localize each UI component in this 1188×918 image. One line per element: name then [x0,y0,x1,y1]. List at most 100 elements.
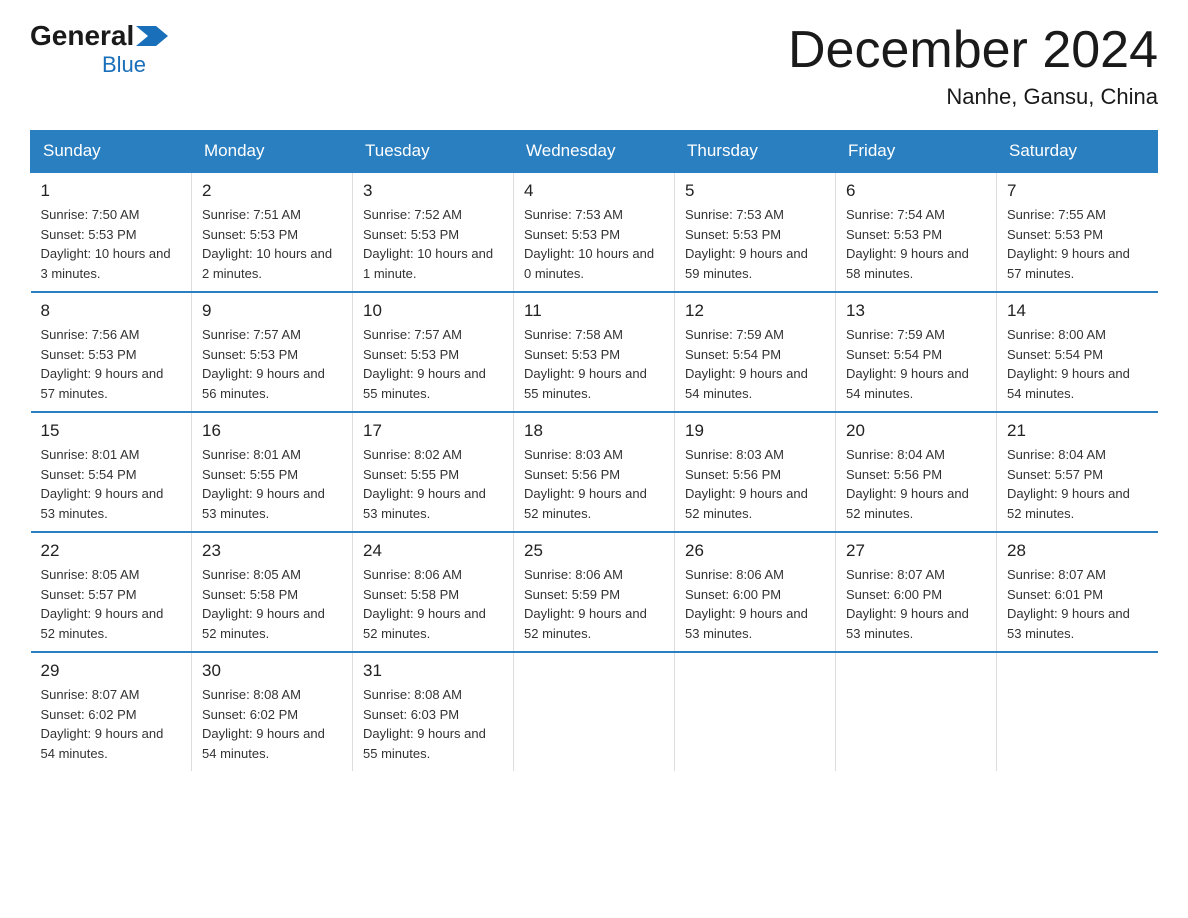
calendar-cell [997,652,1158,771]
day-info: Sunrise: 8:01 AMSunset: 5:55 PMDaylight:… [202,445,342,523]
day-info: Sunrise: 7:57 AMSunset: 5:53 PMDaylight:… [202,325,342,403]
calendar-cell: 27 Sunrise: 8:07 AMSunset: 6:00 PMDaylig… [836,532,997,652]
day-info: Sunrise: 8:03 AMSunset: 5:56 PMDaylight:… [685,445,825,523]
calendar-cell: 2 Sunrise: 7:51 AMSunset: 5:53 PMDayligh… [192,172,353,292]
day-info: Sunrise: 8:06 AMSunset: 5:58 PMDaylight:… [363,565,503,643]
day-number: 19 [685,421,825,441]
day-info: Sunrise: 7:53 AMSunset: 5:53 PMDaylight:… [685,205,825,283]
day-info: Sunrise: 7:50 AMSunset: 5:53 PMDaylight:… [41,205,182,283]
day-info: Sunrise: 7:54 AMSunset: 5:53 PMDaylight:… [846,205,986,283]
calendar-cell: 8 Sunrise: 7:56 AMSunset: 5:53 PMDayligh… [31,292,192,412]
calendar-cell [836,652,997,771]
day-info: Sunrise: 8:04 AMSunset: 5:57 PMDaylight:… [1007,445,1148,523]
day-number: 27 [846,541,986,561]
calendar-cell: 26 Sunrise: 8:06 AMSunset: 6:00 PMDaylig… [675,532,836,652]
day-info: Sunrise: 8:07 AMSunset: 6:02 PMDaylight:… [41,685,182,763]
logo: General Blue [30,20,170,78]
day-number: 20 [846,421,986,441]
calendar-cell: 7 Sunrise: 7:55 AMSunset: 5:53 PMDayligh… [997,172,1158,292]
page-header: General Blue December 2024 Nanhe, Gansu,… [30,20,1158,110]
logo-arrow-icon [134,22,170,50]
day-info: Sunrise: 7:59 AMSunset: 5:54 PMDaylight:… [685,325,825,403]
day-number: 26 [685,541,825,561]
day-number: 21 [1007,421,1148,441]
calendar-cell: 10 Sunrise: 7:57 AMSunset: 5:53 PMDaylig… [353,292,514,412]
day-info: Sunrise: 8:06 AMSunset: 6:00 PMDaylight:… [685,565,825,643]
calendar-cell: 15 Sunrise: 8:01 AMSunset: 5:54 PMDaylig… [31,412,192,532]
day-info: Sunrise: 8:00 AMSunset: 5:54 PMDaylight:… [1007,325,1148,403]
week-row-5: 29 Sunrise: 8:07 AMSunset: 6:02 PMDaylig… [31,652,1158,771]
day-info: Sunrise: 7:59 AMSunset: 5:54 PMDaylight:… [846,325,986,403]
week-row-3: 15 Sunrise: 8:01 AMSunset: 5:54 PMDaylig… [31,412,1158,532]
day-number: 13 [846,301,986,321]
calendar-cell: 23 Sunrise: 8:05 AMSunset: 5:58 PMDaylig… [192,532,353,652]
calendar-cell: 6 Sunrise: 7:54 AMSunset: 5:53 PMDayligh… [836,172,997,292]
calendar-cell: 3 Sunrise: 7:52 AMSunset: 5:53 PMDayligh… [353,172,514,292]
week-row-1: 1 Sunrise: 7:50 AMSunset: 5:53 PMDayligh… [31,172,1158,292]
day-info: Sunrise: 8:05 AMSunset: 5:58 PMDaylight:… [202,565,342,643]
calendar-cell: 16 Sunrise: 8:01 AMSunset: 5:55 PMDaylig… [192,412,353,532]
day-info: Sunrise: 7:58 AMSunset: 5:53 PMDaylight:… [524,325,664,403]
header-wednesday: Wednesday [514,131,675,173]
calendar-cell: 21 Sunrise: 8:04 AMSunset: 5:57 PMDaylig… [997,412,1158,532]
calendar-cell: 1 Sunrise: 7:50 AMSunset: 5:53 PMDayligh… [31,172,192,292]
day-info: Sunrise: 8:08 AMSunset: 6:03 PMDaylight:… [363,685,503,763]
calendar-cell: 18 Sunrise: 8:03 AMSunset: 5:56 PMDaylig… [514,412,675,532]
calendar-cell: 29 Sunrise: 8:07 AMSunset: 6:02 PMDaylig… [31,652,192,771]
day-info: Sunrise: 7:56 AMSunset: 5:53 PMDaylight:… [41,325,182,403]
header-friday: Friday [836,131,997,173]
day-number: 7 [1007,181,1148,201]
calendar-cell: 5 Sunrise: 7:53 AMSunset: 5:53 PMDayligh… [675,172,836,292]
calendar-cell: 20 Sunrise: 8:04 AMSunset: 5:56 PMDaylig… [836,412,997,532]
calendar-cell: 14 Sunrise: 8:00 AMSunset: 5:54 PMDaylig… [997,292,1158,412]
day-number: 5 [685,181,825,201]
day-info: Sunrise: 7:57 AMSunset: 5:53 PMDaylight:… [363,325,503,403]
day-number: 15 [41,421,182,441]
day-number: 22 [41,541,182,561]
day-info: Sunrise: 8:07 AMSunset: 6:00 PMDaylight:… [846,565,986,643]
calendar-cell [675,652,836,771]
calendar-cell: 13 Sunrise: 7:59 AMSunset: 5:54 PMDaylig… [836,292,997,412]
day-number: 18 [524,421,664,441]
header-sunday: Sunday [31,131,192,173]
day-number: 24 [363,541,503,561]
day-info: Sunrise: 8:03 AMSunset: 5:56 PMDaylight:… [524,445,664,523]
calendar-cell: 24 Sunrise: 8:06 AMSunset: 5:58 PMDaylig… [353,532,514,652]
day-info: Sunrise: 8:06 AMSunset: 5:59 PMDaylight:… [524,565,664,643]
day-info: Sunrise: 7:55 AMSunset: 5:53 PMDaylight:… [1007,205,1148,283]
title-section: December 2024 Nanhe, Gansu, China [788,20,1158,110]
day-number: 3 [363,181,503,201]
day-info: Sunrise: 8:08 AMSunset: 6:02 PMDaylight:… [202,685,342,763]
calendar-header-row: SundayMondayTuesdayWednesdayThursdayFrid… [31,131,1158,173]
calendar-cell: 9 Sunrise: 7:57 AMSunset: 5:53 PMDayligh… [192,292,353,412]
day-info: Sunrise: 7:51 AMSunset: 5:53 PMDaylight:… [202,205,342,283]
day-number: 14 [1007,301,1148,321]
calendar-cell: 17 Sunrise: 8:02 AMSunset: 5:55 PMDaylig… [353,412,514,532]
day-number: 4 [524,181,664,201]
day-number: 16 [202,421,342,441]
day-number: 30 [202,661,342,681]
header-tuesday: Tuesday [353,131,514,173]
day-info: Sunrise: 8:05 AMSunset: 5:57 PMDaylight:… [41,565,182,643]
calendar-cell: 22 Sunrise: 8:05 AMSunset: 5:57 PMDaylig… [31,532,192,652]
header-saturday: Saturday [997,131,1158,173]
day-info: Sunrise: 8:04 AMSunset: 5:56 PMDaylight:… [846,445,986,523]
calendar-cell: 25 Sunrise: 8:06 AMSunset: 5:59 PMDaylig… [514,532,675,652]
day-number: 31 [363,661,503,681]
day-number: 23 [202,541,342,561]
day-number: 11 [524,301,664,321]
day-info: Sunrise: 8:07 AMSunset: 6:01 PMDaylight:… [1007,565,1148,643]
day-number: 1 [41,181,182,201]
day-number: 28 [1007,541,1148,561]
day-number: 10 [363,301,503,321]
day-number: 29 [41,661,182,681]
day-info: Sunrise: 8:01 AMSunset: 5:54 PMDaylight:… [41,445,182,523]
day-info: Sunrise: 7:52 AMSunset: 5:53 PMDaylight:… [363,205,503,283]
calendar-cell: 12 Sunrise: 7:59 AMSunset: 5:54 PMDaylig… [675,292,836,412]
day-number: 2 [202,181,342,201]
header-monday: Monday [192,131,353,173]
day-number: 25 [524,541,664,561]
calendar-cell: 30 Sunrise: 8:08 AMSunset: 6:02 PMDaylig… [192,652,353,771]
day-number: 8 [41,301,182,321]
logo-blue-text: Blue [102,52,146,77]
